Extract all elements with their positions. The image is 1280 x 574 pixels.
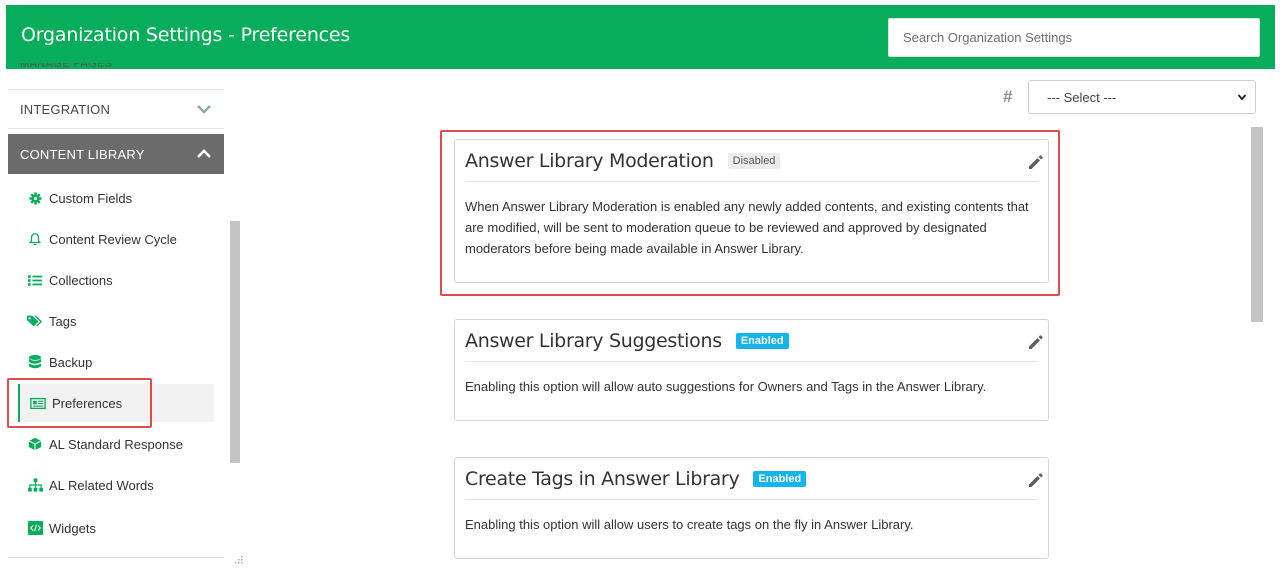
sidebar-item-label: Tags — [49, 313, 77, 329]
code-icon — [27, 520, 43, 536]
edit-pencil-icon[interactable] — [1026, 470, 1046, 490]
sidebar-item-label: AL Standard Response — [49, 436, 183, 452]
sidebar-item-al-related-words[interactable]: AL Related Words — [18, 466, 214, 504]
card-description: Enabling this option will allow users to… — [465, 517, 914, 532]
status-badge: Enabled — [735, 332, 789, 349]
search-input[interactable] — [888, 18, 1260, 57]
sidebar-item-tags[interactable]: Tags — [18, 302, 214, 340]
card-description: When Answer Library Moderation is enable… — [465, 199, 1029, 256]
status-badge: Disabled — [727, 152, 781, 169]
chevron-up-icon — [197, 149, 211, 158]
sidebar-item-label: Collections — [49, 272, 113, 288]
sidebar-section-label: INTEGRATION — [20, 101, 111, 117]
tags-icon — [27, 313, 43, 329]
resize-grip-icon[interactable] — [234, 555, 244, 565]
sidebar-item-widgets[interactable]: Widgets — [18, 509, 214, 547]
sidebar-item-custom-fields[interactable]: Custom Fields — [18, 179, 214, 217]
select-value: --- Select --- — [1047, 89, 1117, 105]
sidebar-item-backup[interactable]: Backup — [18, 343, 214, 381]
database-icon — [27, 354, 43, 370]
card-header: Create Tags in Answer Library Enabled — [465, 458, 1038, 500]
sidebar-section-label: CONTENT LIBRARY — [20, 146, 145, 162]
sidebar-section-content-library[interactable]: CONTENT LIBRARY — [8, 134, 224, 174]
sidebar-item-label: Widgets — [49, 520, 96, 536]
card-title: Answer Library Moderation — [465, 149, 714, 172]
filter-select[interactable]: --- Select --- — [1028, 80, 1256, 114]
sidebar-item-label: Custom Fields — [49, 190, 133, 206]
sidebar-section-integration[interactable]: INTEGRATION — [8, 89, 224, 129]
sidebar-item-al-standard-response[interactable]: AL Standard Response — [18, 425, 214, 463]
sidebar-item-content-review-cycle[interactable]: Content Review Cycle — [18, 220, 214, 258]
card-description: Enabling this option will allow auto sug… — [465, 379, 987, 394]
sidebar-item-label: Content Review Cycle — [49, 231, 177, 247]
sidebar-item-label: Backup — [49, 354, 93, 370]
main-scrollbar[interactable] — [1251, 127, 1263, 322]
card-title: Create Tags in Answer Library — [465, 467, 740, 490]
preference-card-suggestions: Answer Library Suggestions Enabled Enabl… — [454, 319, 1049, 421]
list-icon — [27, 272, 43, 288]
sidebar-item-label: AL Related Words — [49, 477, 154, 493]
card-title: Answer Library Suggestions — [465, 329, 722, 352]
gear-icon — [27, 190, 43, 206]
highlight-box-preferences — [7, 378, 152, 428]
page-header: Organization Settings - Preferences — [6, 5, 1275, 69]
sitemap-icon — [27, 477, 43, 493]
sidebar-divider — [8, 557, 224, 558]
chevron-down-icon — [197, 105, 211, 114]
edit-pencil-icon[interactable] — [1026, 332, 1046, 352]
preference-card-create-tags: Create Tags in Answer Library Enabled En… — [454, 457, 1049, 559]
status-badge: Enabled — [753, 470, 807, 487]
sidebar-scrollbar[interactable] — [230, 221, 240, 463]
sidebar-section-cut-off: MANAGE PAGES — [20, 63, 113, 70]
page-title: Organization Settings - Preferences — [21, 24, 351, 46]
card-header: Answer Library Suggestions Enabled — [465, 320, 1038, 362]
bell-icon — [27, 231, 43, 247]
sidebar-item-collections[interactable]: Collections — [18, 261, 214, 299]
sidebar: MANAGE PAGES INTEGRATION CONTENT LIBRARY… — [6, 63, 244, 574]
cube-icon — [27, 436, 43, 452]
card-header: Answer Library Moderation Disabled — [465, 140, 1038, 182]
preference-card-moderation: Answer Library Moderation Disabled When … — [454, 139, 1049, 283]
edit-pencil-icon[interactable] — [1026, 152, 1046, 172]
hash-label: # — [1003, 87, 1013, 106]
chevron-down-icon — [1237, 94, 1247, 101]
